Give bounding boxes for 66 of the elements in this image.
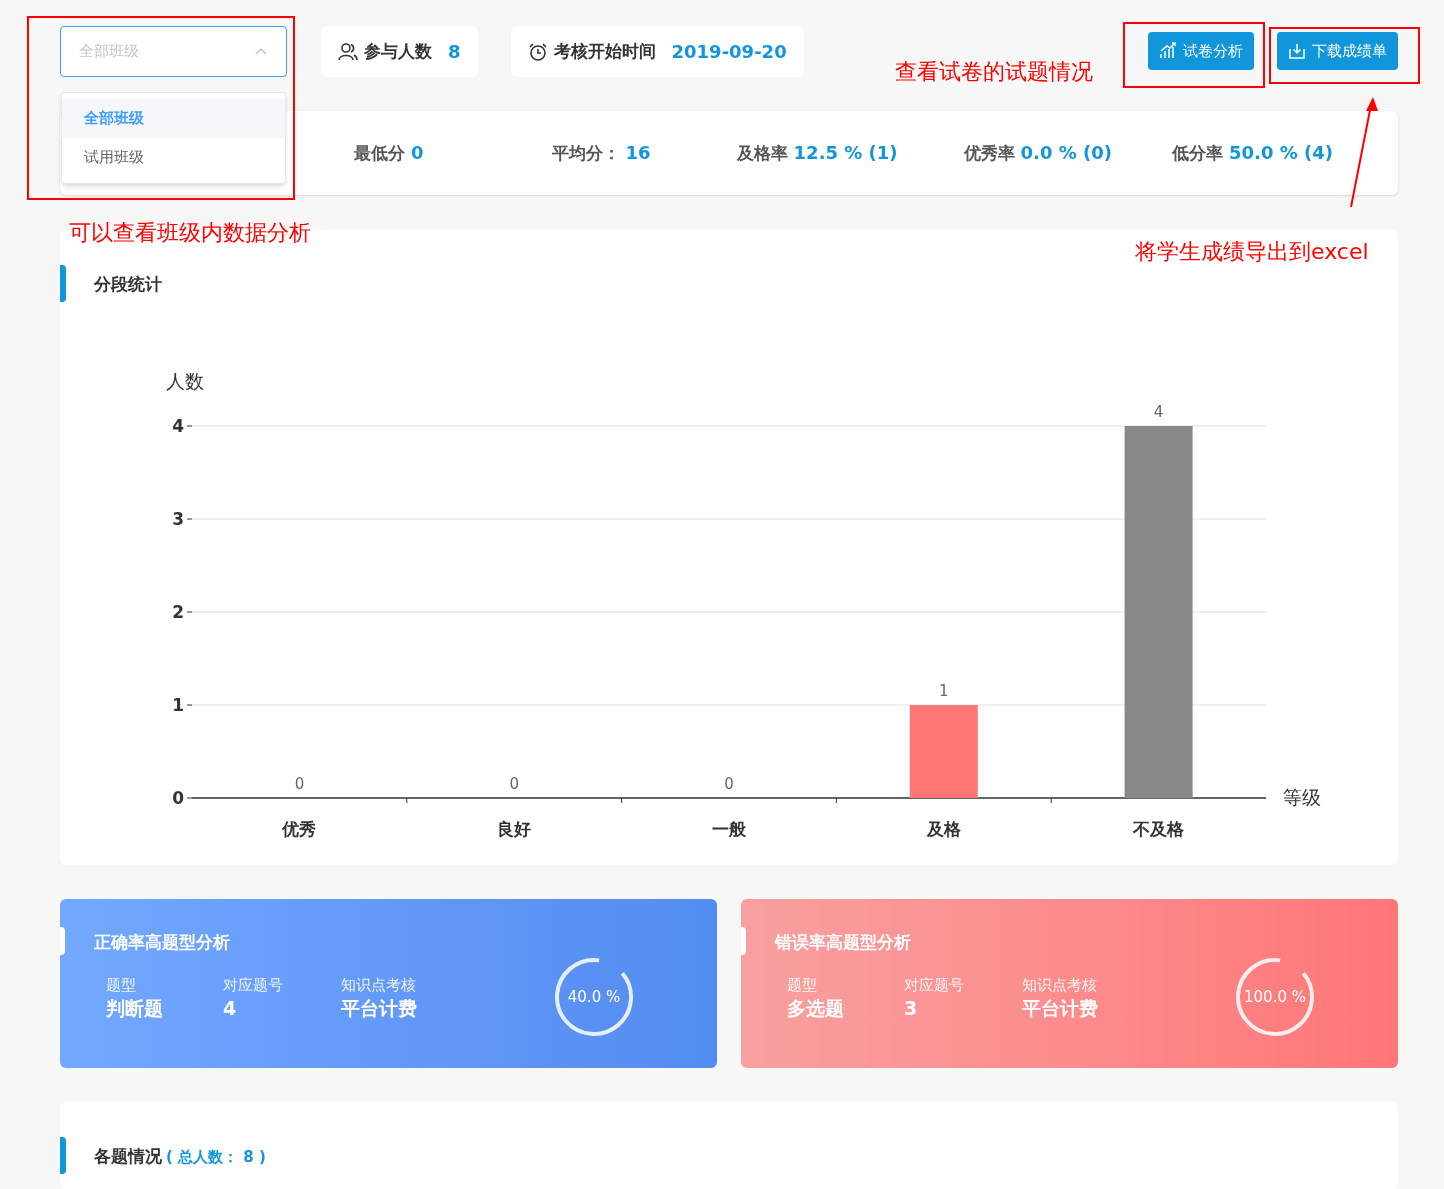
y-tick-label: 4 [172, 416, 184, 436]
section-title: 分段统计 [94, 273, 162, 296]
users-icon [338, 41, 358, 62]
x-axis-title: 等级 [1283, 786, 1321, 808]
dropdown-option[interactable]: 全部班级 [62, 99, 285, 138]
y-tick-label: 3 [172, 509, 184, 529]
title-marker [60, 927, 65, 955]
x-tick-label: 优秀 [282, 819, 317, 839]
info-value: 8 [448, 40, 461, 64]
x-tick-label: 良好 [497, 819, 532, 839]
y-axis-title: 人数 [166, 370, 204, 392]
annotation-text: 将学生成绩导出到excel [1135, 238, 1369, 266]
y-tick-label: 2 [172, 602, 184, 622]
title-marker [741, 927, 746, 955]
dropdown-option[interactable]: 试用班级 [62, 138, 285, 177]
stat-value: 12.5 % (1) [793, 141, 898, 166]
stat-label: 平均分： [551, 142, 620, 166]
field-value: 平台计费 [341, 996, 417, 1021]
y-tick-label: 1 [172, 695, 184, 715]
section-marker [60, 1137, 66, 1174]
total-count: ( 总人数： 8 ) [166, 1147, 266, 1168]
info-label: 参与人数 [364, 39, 432, 63]
field-value: 判断题 [106, 996, 163, 1021]
stat-label: 低分率 [1172, 142, 1223, 166]
stat-value: 16 [625, 141, 651, 166]
field-label: 题型 [106, 975, 137, 995]
y-tick-label: 0 [172, 788, 184, 808]
field-label: 对应题号 [904, 975, 964, 995]
toolbar-button[interactable]: 试卷分析 [1148, 32, 1254, 70]
field-label: 对应题号 [223, 975, 283, 995]
rate-text: 100.0 % [1244, 986, 1306, 1008]
toolbar-button[interactable]: 下载成绩单 [1277, 32, 1398, 70]
data-label: 0 [724, 775, 734, 793]
info-value: 2019-09-20 [671, 40, 787, 64]
rate-text: 40.0 % [567, 986, 621, 1008]
field-label: 知识点考核 [1022, 975, 1098, 995]
field-label: 知识点考核 [341, 975, 417, 995]
section-title: 各题情况 [94, 1145, 162, 1168]
field-value: 平台计费 [1022, 996, 1098, 1021]
info-label: 考核开始时间 [553, 39, 656, 63]
x-tick-label: 不及格 [1133, 819, 1185, 839]
data-label: 0 [509, 775, 519, 793]
stat-label: 及格率 [736, 142, 788, 166]
field-value: 3 [904, 996, 919, 1021]
stat-value: 0.0 % (0) [1020, 141, 1112, 166]
data-label: 4 [1153, 403, 1164, 421]
x-tick-label: 一般 [712, 819, 746, 839]
trend-chart-icon [1159, 42, 1177, 60]
field-value: 4 [223, 996, 238, 1021]
field-label: 题型 [787, 975, 818, 995]
stat-label: 优秀率 [963, 142, 1015, 166]
stat-value: 50.0 % (4) [1229, 141, 1333, 166]
stat-label: 最低分 [354, 142, 405, 166]
section-marker [60, 265, 66, 302]
stat-value: 0 [411, 141, 424, 166]
card-title: 正确率高题型分析 [94, 931, 230, 954]
x-tick-label: 及格 [926, 819, 961, 839]
alarm-clock-icon [527, 41, 548, 62]
annotation-text: 可以查看班级内数据分析 [69, 219, 311, 247]
data-label: 1 [939, 682, 949, 700]
card-title: 错误率高题型分析 [775, 931, 911, 954]
download-icon [1288, 42, 1306, 60]
field-value: 多选题 [787, 996, 844, 1021]
annotation-text: 查看试卷的试题情况 [895, 58, 1093, 86]
data-label: 0 [294, 775, 305, 793]
class-select[interactable]: 全部班级 [60, 26, 287, 77]
